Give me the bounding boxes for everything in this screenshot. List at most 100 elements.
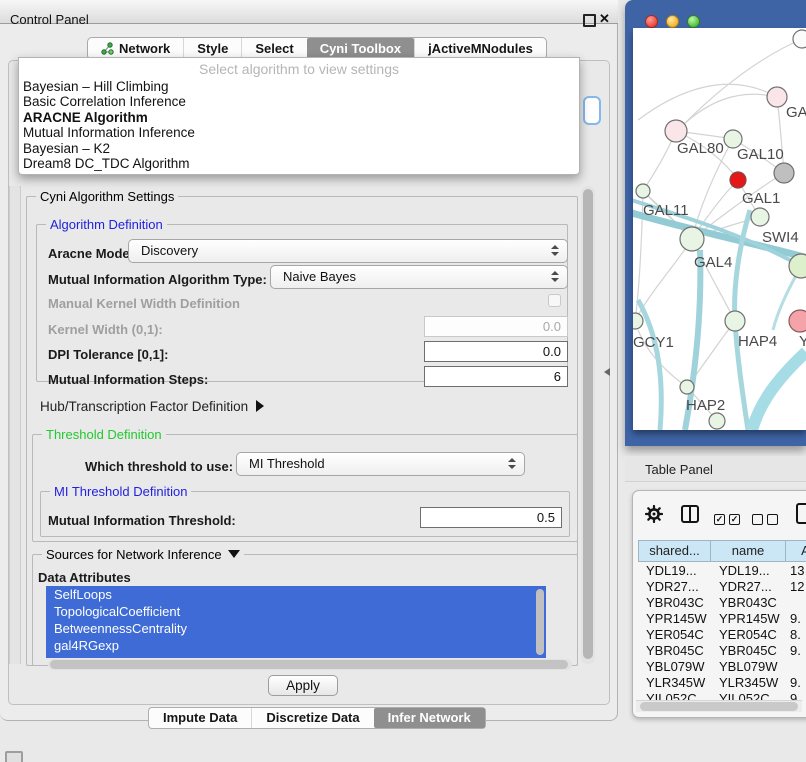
- tab-infer-network[interactable]: Infer Network: [374, 708, 485, 728]
- which-threshold-value: MI Threshold: [249, 453, 325, 475]
- tab-jactivemnodules[interactable]: jActiveMNodules: [414, 38, 546, 59]
- table-row[interactable]: YBL079W YBL079W: [638, 659, 806, 675]
- tab-impute-data[interactable]: Impute Data: [149, 708, 251, 728]
- data-attributes-list[interactable]: SelfLoops TopologicalCoefficient Between…: [46, 586, 546, 658]
- threshold-definition-legend: Threshold Definition: [42, 427, 166, 442]
- attribute-list-scrollbar-thumb[interactable]: [536, 589, 544, 655]
- tab-discretize-data[interactable]: Discretize Data: [251, 708, 373, 728]
- tab-network[interactable]: Network: [88, 38, 183, 59]
- node-unlabeled[interactable]: [709, 413, 725, 429]
- dropdown-item[interactable]: Bayesian – Hill Climbing: [19, 79, 579, 94]
- dropdown-item-aracne[interactable]: ARACNE Algorithm: [19, 110, 579, 125]
- dpi-tolerance-field[interactable]: 0.0: [424, 341, 568, 362]
- close-icon[interactable]: ✕: [599, 11, 610, 27]
- kernel-width-field[interactable]: 0.0: [424, 316, 568, 337]
- dropdown-item[interactable]: Bayesian – K2: [19, 141, 579, 156]
- control-panel-title: Control Panel: [10, 12, 89, 27]
- dropdown-item[interactable]: Dream8 DC_TDC Algorithm: [19, 156, 579, 171]
- column-visibility-icon[interactable]: [681, 505, 699, 523]
- settings-vertical-scrollbar-thumb[interactable]: [583, 189, 593, 659]
- node-label: HAP4: [738, 333, 777, 350]
- cell: 8.: [786, 627, 806, 643]
- unchecked-checkbox-icon: [752, 514, 763, 525]
- sources-legend-label: Sources for Network Inference: [46, 547, 222, 562]
- mi-threshold-field[interactable]: 0.5: [420, 507, 562, 528]
- docked-panel-icon[interactable]: [5, 751, 23, 762]
- table-horizontal-scrollbar-thumb[interactable]: [640, 702, 798, 711]
- left-scrollbar-track[interactable]: [9, 186, 21, 664]
- aracne-mode-select[interactable]: Discovery: [128, 239, 568, 263]
- cell: YER054C: [638, 627, 711, 643]
- which-threshold-select[interactable]: MI Threshold: [236, 452, 525, 476]
- node-label: HAP2: [686, 397, 725, 414]
- splitter-collapse-icon[interactable]: [604, 368, 610, 376]
- cell: YBR045C: [638, 643, 711, 659]
- network-canvas[interactable]: GAL GAL80 GAL10 GAL1 GAL11 SWI4 GAL4 GCY…: [633, 28, 806, 430]
- manual-kernel-checkbox[interactable]: [548, 294, 561, 307]
- tab-style[interactable]: Style: [183, 38, 241, 59]
- node-gray[interactable]: [774, 163, 794, 183]
- table-row[interactable]: YBR043C YBR043C: [638, 595, 806, 611]
- settings-legend: Cyni Algorithm Settings: [36, 189, 178, 204]
- apply-button[interactable]: Apply: [268, 675, 338, 696]
- node-edge-green[interactable]: [789, 254, 806, 278]
- node-gal[interactable]: [767, 87, 787, 107]
- list-item[interactable]: SelfLoops: [46, 586, 546, 603]
- table-row[interactable]: YER054C YER054C 8.: [638, 627, 806, 643]
- zoom-traffic-light-icon[interactable]: [687, 15, 700, 28]
- node-hap2[interactable]: [680, 380, 694, 394]
- combo-stepper-icon: [551, 245, 558, 256]
- deselect-all-rows-icon[interactable]: [752, 511, 782, 529]
- node-label: GCY1: [633, 334, 674, 351]
- node-label: GAL1: [742, 190, 780, 207]
- node-gal11[interactable]: [636, 184, 650, 198]
- network-icon: [101, 42, 114, 55]
- cell: YPR145W: [638, 611, 711, 627]
- gear-icon[interactable]: [645, 505, 663, 523]
- tab-select[interactable]: Select: [241, 38, 306, 59]
- node-hap4[interactable]: [725, 311, 745, 331]
- table-row[interactable]: YDL19... YDL19... 13: [638, 563, 806, 579]
- float-window-icon[interactable]: [583, 14, 596, 27]
- cyni-bottom-tabs: Impute Data Discretize Data Infer Networ…: [148, 707, 486, 729]
- expanded-arrow-icon: [228, 550, 240, 558]
- node-red[interactable]: [730, 172, 746, 188]
- column-header-shared-name[interactable]: shared...: [638, 540, 711, 562]
- table-row[interactable]: YBR045C YBR045C 9.: [638, 643, 806, 659]
- node-gal80[interactable]: [665, 120, 687, 142]
- table-function-icon[interactable]: [796, 503, 806, 524]
- dropdown-item[interactable]: Mutual Information Inference: [19, 125, 579, 140]
- minimize-traffic-light-icon[interactable]: [666, 15, 679, 28]
- cell: YBL079W: [638, 659, 711, 675]
- unchecked-checkbox-icon: [767, 514, 778, 525]
- list-item[interactable]: TopologicalCoefficient: [46, 603, 546, 620]
- node-gal1[interactable]: [751, 208, 769, 226]
- algorithm-combobox-fragment[interactable]: [583, 96, 601, 125]
- close-traffic-light-icon[interactable]: [645, 15, 658, 28]
- column-header-cut[interactable]: A: [786, 540, 806, 562]
- node-y[interactable]: [789, 310, 806, 332]
- cell: YLR345W: [711, 675, 786, 691]
- algorithm-dropdown-placeholder: Select algorithm to view settings: [19, 58, 579, 79]
- list-item[interactable]: gal4RGexp: [46, 637, 546, 654]
- node-gcy1[interactable]: [633, 313, 643, 329]
- settings-horizontal-scrollbar-thumb[interactable]: [50, 660, 568, 669]
- table-row[interactable]: YDR27... YDR27... 12: [638, 579, 806, 595]
- node-gal4[interactable]: [680, 227, 704, 251]
- table-row[interactable]: YPR145W YPR145W 9.: [638, 611, 806, 627]
- dpi-tolerance-label: DPI Tolerance [0,1]:: [48, 347, 168, 362]
- list-item[interactable]: BetweennessCentrality: [46, 620, 546, 637]
- dropdown-item[interactable]: Basic Correlation Inference: [19, 94, 579, 109]
- table-row[interactable]: YLR345W YLR345W 9.: [638, 675, 806, 691]
- tab-cyni-toolbox[interactable]: Cyni Toolbox: [307, 38, 414, 59]
- screen: Control Panel ✕ Network Style Select Cyn…: [0, 0, 806, 762]
- mi-steps-field[interactable]: 6: [424, 366, 568, 387]
- hub-section-toggle[interactable]: Hub/Transcription Factor Definition: [40, 399, 264, 414]
- table-panel-title: Table Panel: [645, 462, 713, 477]
- node-unlabeled[interactable]: [793, 30, 806, 48]
- node-label: SWI4: [762, 229, 799, 246]
- sources-legend[interactable]: Sources for Network Inference: [42, 547, 244, 562]
- select-all-rows-icon[interactable]: ✓✓: [714, 511, 744, 529]
- mi-type-select[interactable]: Naive Bayes: [270, 265, 568, 289]
- column-header-name[interactable]: name: [711, 540, 786, 562]
